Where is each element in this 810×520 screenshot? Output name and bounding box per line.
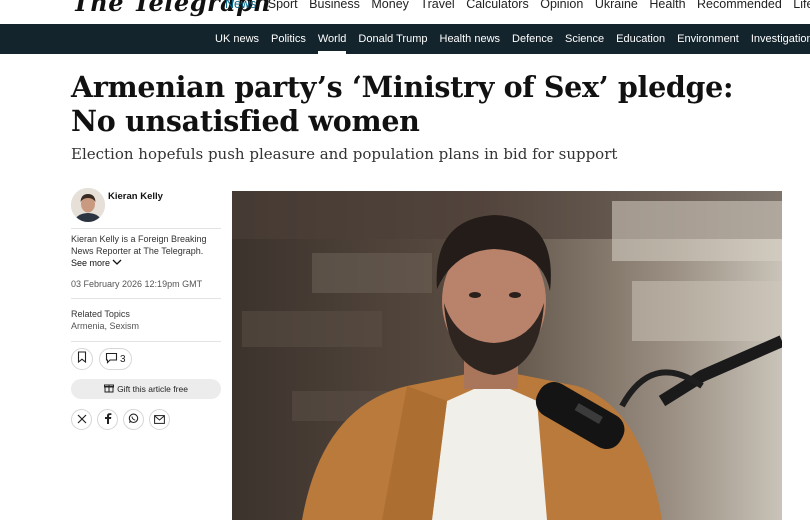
subnav-donald-trump[interactable]: Donald Trump — [358, 24, 427, 54]
nav-lifestyle[interactable]: Lifestyle — [793, 0, 810, 11]
comment-icon — [105, 352, 118, 367]
gift-icon — [104, 383, 115, 395]
nav-recommended[interactable]: Recommended — [697, 0, 782, 11]
nav-news[interactable]: News — [225, 0, 256, 11]
share-email-button[interactable] — [149, 409, 170, 430]
share-facebook-button[interactable] — [97, 409, 118, 430]
article-lead-image — [232, 191, 782, 520]
nav-health[interactable]: Health — [649, 0, 685, 11]
subnav-defence[interactable]: Defence — [512, 24, 553, 54]
divider — [71, 228, 221, 229]
subnav-investigations[interactable]: Investigations — [751, 24, 810, 54]
author-avatar[interactable] — [71, 188, 105, 222]
author-bio: Kieran Kelly is a Foreign Breaking News … — [71, 234, 207, 256]
subnav-health-news[interactable]: Health news — [440, 24, 501, 54]
article-headline: Armenian party’s ‘Ministry of Sex’ pledg… — [71, 70, 734, 138]
nav-business[interactable]: Business — [309, 0, 360, 11]
see-more-button[interactable]: See more — [71, 258, 221, 268]
related-topics-label: Related Topics — [71, 309, 130, 319]
share-buttons — [71, 409, 221, 430]
section-nav: UK news Politics World Donald Trump Heal… — [0, 24, 810, 54]
author-row: Kieran Kelly — [71, 188, 221, 228]
nav-sport[interactable]: Sport — [268, 0, 298, 11]
gift-label: Gift this article free — [117, 384, 188, 394]
article-standfirst: Election hopefuls push pleasure and popu… — [71, 145, 618, 163]
subnav-education[interactable]: Education — [616, 24, 665, 54]
x-icon — [77, 411, 87, 429]
nav-ukraine[interactable]: Ukraine — [595, 0, 638, 11]
share-x-button[interactable] — [71, 409, 92, 430]
subnav-uk-news[interactable]: UK news — [215, 24, 259, 54]
bookmark-icon — [77, 350, 87, 368]
article-meta-sidebar: Kieran Kelly Kieran Kelly is a Foreign B… — [71, 188, 221, 430]
subnav-politics[interactable]: Politics — [271, 24, 306, 54]
subnav-science[interactable]: Science — [565, 24, 604, 54]
see-more-label: See more — [71, 258, 111, 268]
article-actions: 3 — [71, 348, 221, 370]
publish-date: 03 February 2026 12:19pm GMT — [71, 279, 203, 289]
whatsapp-icon — [128, 411, 139, 429]
chevron-down-icon — [112, 258, 122, 268]
gift-article-button[interactable]: Gift this article free — [71, 379, 221, 399]
divider — [71, 341, 221, 342]
primary-nav: News Sport Business Money Travel Calcula… — [225, 0, 810, 11]
share-whatsapp-button[interactable] — [123, 409, 144, 430]
facebook-icon — [104, 411, 112, 429]
divider — [71, 298, 221, 299]
comment-count: 3 — [120, 353, 126, 365]
nav-calculators[interactable]: Calculators — [466, 0, 529, 11]
subnav-world[interactable]: World — [317, 24, 346, 54]
masthead: The Telegraph News Sport Business Money … — [0, 0, 810, 24]
nav-travel[interactable]: Travel — [420, 0, 454, 11]
author-name[interactable]: Kieran Kelly — [108, 191, 163, 202]
nav-opinion[interactable]: Opinion — [540, 0, 583, 11]
subnav-environment[interactable]: Environment — [677, 24, 739, 54]
comments-button[interactable]: 3 — [99, 348, 132, 370]
bookmark-button[interactable] — [71, 348, 93, 370]
related-topics-links[interactable]: Armenia, Sexism — [71, 321, 221, 341]
email-icon — [154, 411, 165, 429]
nav-money[interactable]: Money — [371, 0, 409, 11]
